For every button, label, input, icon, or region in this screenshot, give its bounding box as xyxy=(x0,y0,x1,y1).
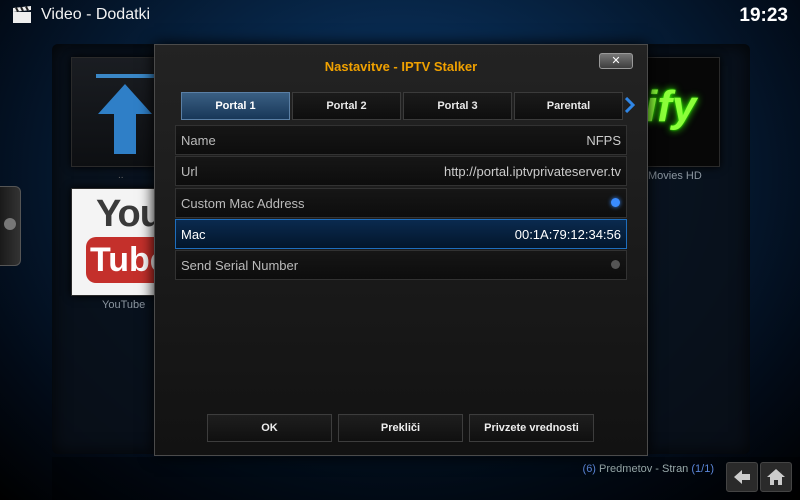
setting-label: Send Serial Number xyxy=(181,258,299,273)
movies-hd-label: Movies HD xyxy=(648,170,702,182)
chevron-right-icon[interactable] xyxy=(625,97,635,113)
clock: 19:23 xyxy=(739,5,788,26)
setting-label: Custom Mac Address xyxy=(181,196,305,211)
setting-url[interactable]: Url http://portal.iptvprivateserver.tv xyxy=(175,156,627,186)
tab-portal-1[interactable]: Portal 1 xyxy=(181,92,290,120)
tab-portal-3[interactable]: Portal 3 xyxy=(403,92,512,120)
ok-button[interactable]: OK xyxy=(207,414,332,442)
parent-folder-label: .. xyxy=(118,170,124,181)
movies-hd-logo: ify xyxy=(646,82,697,131)
home-button[interactable] xyxy=(760,462,792,492)
home-icon xyxy=(767,469,785,485)
close-button[interactable]: ✕ xyxy=(599,53,633,69)
toggle-on-icon[interactable] xyxy=(611,198,620,207)
settings-dialog: Nastavitve - IPTV Stalker ✕ Portal 1 Por… xyxy=(154,44,648,456)
tile-bar xyxy=(96,74,154,78)
cancel-button[interactable]: Prekliči xyxy=(338,414,463,442)
tab-portal-2[interactable]: Portal 2 xyxy=(292,92,401,120)
clapperboard-icon xyxy=(13,6,31,23)
setting-name[interactable]: Name NFPS xyxy=(175,125,627,155)
back-button[interactable] xyxy=(726,462,758,492)
setting-value: http://portal.iptvprivateserver.tv xyxy=(443,164,621,179)
item-count-text: Predmetov - Stran xyxy=(599,463,689,475)
setting-custom-mac[interactable]: Custom Mac Address xyxy=(175,188,627,218)
portal-tabs: Portal 1 Portal 2 Portal 3 Parental xyxy=(181,92,627,120)
setting-value: NFPS xyxy=(586,133,621,148)
setting-mac[interactable]: Mac 00:1A:79:12:34:56 xyxy=(175,219,627,249)
setting-value: 00:1A:79:12:34:56 xyxy=(514,227,621,242)
tab-parental[interactable]: Parental xyxy=(514,92,623,120)
side-menu-tab[interactable] xyxy=(0,186,21,266)
setting-label: Url xyxy=(181,164,198,179)
youtube-logo-top: You xyxy=(96,193,163,235)
setting-send-serial[interactable]: Send Serial Number xyxy=(175,250,627,280)
breadcrumb: Video - Dodatki xyxy=(41,6,151,23)
side-menu-dot-icon xyxy=(4,218,16,230)
toggle-off-icon[interactable] xyxy=(611,260,620,269)
back-arrow-icon xyxy=(734,470,750,484)
dialog-title: Nastavitve - IPTV Stalker xyxy=(324,59,478,74)
defaults-button[interactable]: Privzete vrednosti xyxy=(469,414,594,442)
page-indicator: (1/1) xyxy=(691,463,714,475)
movies-hd-tile[interactable]: ify xyxy=(646,57,720,167)
up-arrow-icon xyxy=(98,84,152,154)
item-count-number: (6) xyxy=(582,463,596,475)
youtube-label: YouTube xyxy=(102,299,146,311)
top-bar: Video - Dodatki 19:23 xyxy=(0,0,800,32)
setting-label: Name xyxy=(181,133,216,148)
item-count: (6) Predmetov - Stran (1/1) xyxy=(583,463,714,475)
setting-label: Mac xyxy=(181,227,206,242)
